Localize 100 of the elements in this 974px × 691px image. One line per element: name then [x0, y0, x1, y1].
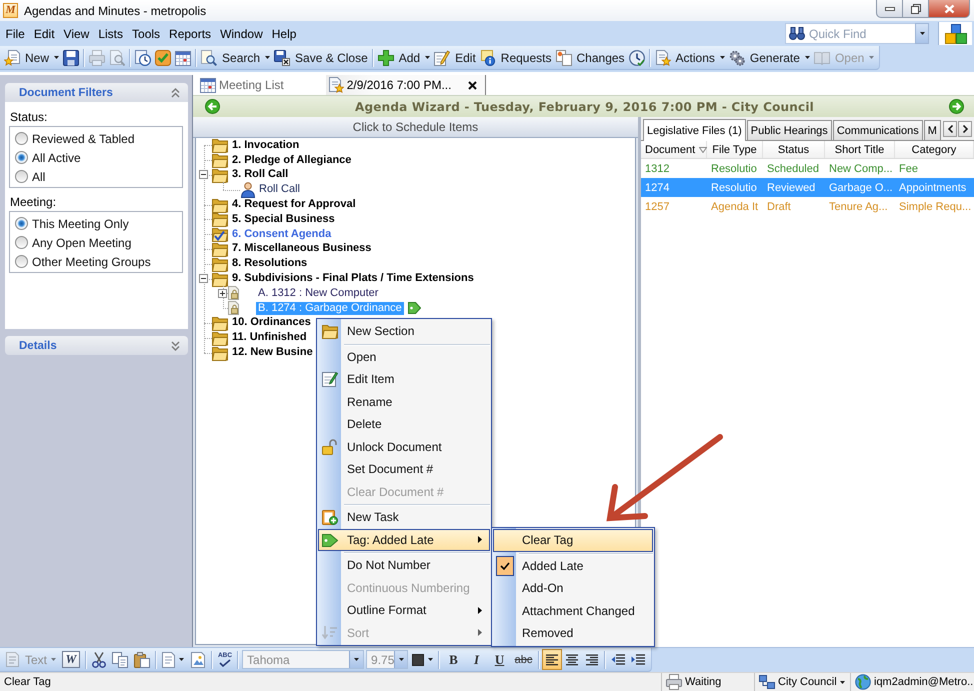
tree-item[interactable]: A. 1312 : New Computer	[256, 286, 380, 300]
back-arrow-icon[interactable]	[205, 99, 220, 114]
strikethrough-button[interactable]: abc	[512, 650, 535, 670]
toolbar-button[interactable]: Save & Close	[272, 46, 370, 68]
column-header[interactable]: File Type	[707, 141, 763, 158]
menu-item[interactable]: Do Not Number	[318, 554, 490, 576]
radio-button[interactable]	[15, 236, 28, 249]
toolbar-button[interactable]: Search	[199, 46, 272, 68]
caret-down-icon[interactable]	[720, 56, 725, 59]
radio-button[interactable]	[15, 132, 28, 145]
menu-item[interactable]: View	[59, 24, 94, 42]
menu-item[interactable]: Clear Tag	[493, 529, 653, 552]
tree-item[interactable]: 2. Pledge of Allegiance	[230, 154, 354, 167]
expand-icon[interactable]	[218, 288, 227, 298]
radio-label[interactable]: All	[32, 170, 46, 184]
toolbar-button[interactable]: New	[2, 46, 62, 68]
menu-item[interactable]: Edit Item	[318, 368, 490, 390]
menu-item[interactable]: Window	[216, 24, 268, 42]
radio-button[interactable]	[15, 151, 28, 164]
caret-down-icon[interactable]	[54, 56, 60, 59]
caret-down-icon[interactable]	[425, 56, 430, 59]
italic-button[interactable]: I	[466, 650, 487, 670]
menu-item[interactable]: Outline Format	[318, 599, 490, 622]
tree-item[interactable]: 8. Resolutions	[230, 257, 310, 270]
toolbar-button[interactable]: Edit	[432, 46, 478, 68]
dropdown-button[interactable]	[915, 23, 929, 44]
menu-item[interactable]: File	[1, 24, 30, 42]
column-header[interactable]: Category	[895, 141, 974, 158]
menu-item[interactable]: Lists	[94, 24, 128, 42]
menu-item[interactable]: Unlock Document	[318, 436, 490, 458]
menu-item[interactable]: Delete	[318, 413, 490, 436]
tree-item[interactable]: 11. Unfinished	[230, 331, 309, 344]
minimize-button[interactable]	[876, 0, 903, 18]
word-button[interactable]: W	[62, 651, 80, 668]
caret-down-icon[interactable]	[804, 56, 810, 59]
menu-item[interactable]: New Section	[318, 320, 490, 342]
page-clock-icon	[135, 50, 152, 66]
menu-item[interactable]: Added Late	[493, 554, 653, 577]
column-header[interactable]: Document	[641, 141, 707, 158]
document-tab[interactable]: 2/9/2016 7:00 PM...	[326, 75, 486, 95]
tab[interactable]: Communications	[832, 120, 923, 140]
menu-item[interactable]: Reports	[164, 24, 216, 42]
close-icon[interactable]	[468, 80, 478, 90]
radio-label[interactable]: Any Open Meeting	[32, 236, 132, 250]
radio-button[interactable]	[15, 255, 28, 268]
tree-item[interactable]: 4. Request for Approval	[230, 198, 358, 212]
menu-item[interactable]: Add-On	[493, 577, 653, 600]
bold-button[interactable]: B	[444, 650, 464, 670]
menu-item[interactable]: Open	[318, 346, 490, 368]
menu-item[interactable]: Help	[267, 24, 301, 42]
radio-label[interactable]: Other Meeting Groups	[32, 254, 151, 268]
menu-item[interactable]: Attachment Changed	[493, 600, 653, 622]
tree-item[interactable]: 3. Roll Call	[230, 168, 290, 182]
radio-label[interactable]: This Meeting Only	[32, 216, 129, 230]
restore-button[interactable]	[902, 0, 929, 18]
menu-item[interactable]: Set Document #	[318, 458, 490, 480]
menu-item[interactable]: New Task	[318, 506, 490, 528]
toolbar-button[interactable]: Add	[376, 46, 432, 68]
underline-button[interactable]: U	[490, 650, 510, 670]
radio-label[interactable]: All Active	[32, 150, 81, 164]
tab[interactable]: M	[924, 120, 941, 140]
menu-item[interactable]: Edit	[29, 24, 60, 42]
quick-find-field[interactable]: Quick Find	[785, 23, 915, 44]
menu-item[interactable]: Removed	[493, 622, 653, 644]
tree-item[interactable]: 10. Ordinances	[230, 316, 313, 330]
caret-down-icon[interactable]	[428, 658, 434, 661]
globe-icon	[855, 674, 871, 690]
caret-down-icon[interactable]	[840, 680, 845, 684]
menu-item[interactable]: Tag: Added Late	[318, 528, 490, 551]
column-header[interactable]: Short Title	[825, 141, 895, 158]
table-cell-text: Resolutio	[710, 162, 758, 176]
tree-item[interactable]: 7. Miscellaneous Business	[230, 242, 374, 256]
close-button[interactable]	[928, 0, 970, 18]
scroll-right-button[interactable]	[958, 121, 972, 137]
menu-item[interactable]: Tools	[128, 24, 165, 42]
tree-item[interactable]: Roll Call	[257, 183, 302, 196]
tree-item[interactable]: 9. Subdivisions - Final Plats / Time Extensions	[230, 272, 476, 286]
toolbar-button[interactable]: Changes	[554, 46, 627, 68]
toolbar-button[interactable]: Generate	[726, 46, 812, 68]
caret-down-icon[interactable]	[265, 56, 270, 59]
tree-item[interactable]: 1. Invocation	[230, 138, 302, 152]
tab[interactable]: Legislative Files (1)	[643, 119, 746, 141]
menu-item[interactable]: Rename	[318, 390, 490, 413]
align-button[interactable]	[542, 649, 562, 670]
tree-item[interactable]: 6. Consent Agenda	[230, 228, 334, 241]
toolbar-button[interactable]: Actions	[652, 46, 727, 68]
status-text[interactable]: City Council	[778, 676, 837, 688]
collapse-icon[interactable]	[199, 170, 208, 180]
scroll-left-button[interactable]	[943, 121, 957, 137]
tab[interactable]: Public Hearings	[746, 120, 832, 140]
radio-button[interactable]	[15, 170, 28, 183]
tree-item[interactable]: 5. Special Business	[230, 212, 337, 226]
toolbar-button[interactable]: Requests	[478, 46, 554, 68]
forward-arrow-icon[interactable]	[949, 99, 964, 114]
tree-item[interactable]: 12. New Busine	[230, 346, 315, 360]
caret-down-icon[interactable]	[179, 658, 184, 661]
collapse-icon[interactable]	[199, 274, 208, 284]
column-header[interactable]: Status	[763, 141, 825, 158]
radio-button[interactable]	[15, 217, 28, 230]
radio-label[interactable]: Reviewed & Tabled	[32, 132, 135, 146]
